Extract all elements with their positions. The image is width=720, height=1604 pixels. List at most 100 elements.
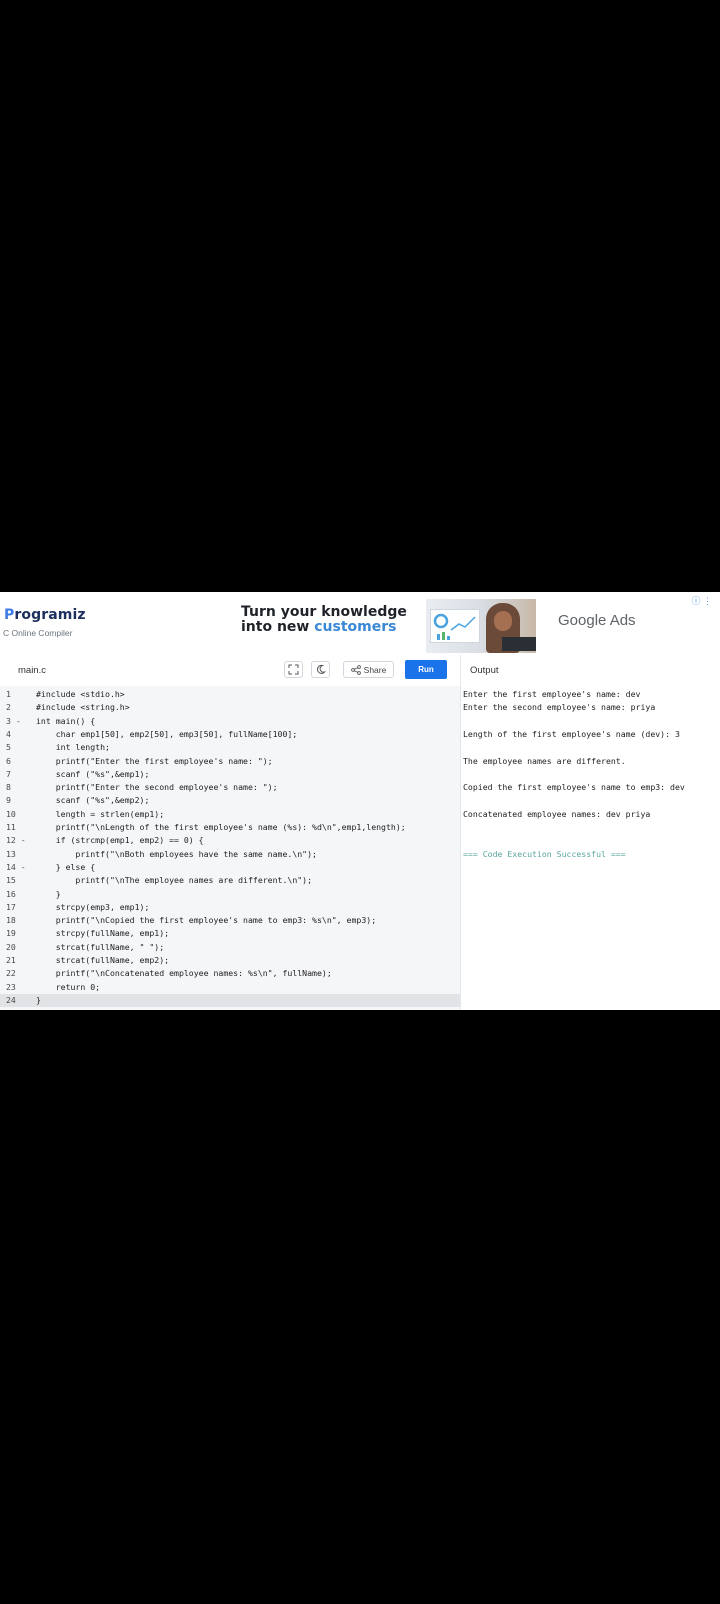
code-text[interactable]: } xyxy=(36,994,41,1007)
code-text[interactable]: return 0; xyxy=(36,981,100,994)
google-ads-brand[interactable]: Google Ads xyxy=(558,612,636,629)
code-line[interactable]: 11 printf("\nLength of the first employe… xyxy=(0,821,460,834)
line-number: 18 xyxy=(6,915,16,926)
code-text[interactable]: int length; xyxy=(36,741,110,754)
code-line[interactable]: 15 printf("\nThe employee names are diff… xyxy=(0,874,460,887)
line-number: 11 xyxy=(6,822,16,832)
output-line: Copied the first employee's name to emp3… xyxy=(463,782,685,793)
code-editor[interactable]: 1 #include <stdio.h> 2 #include <string.h> 3… xyxy=(0,686,461,1010)
code-line[interactable]: 6 printf("Enter the first employee's nam… xyxy=(0,755,460,768)
moon-icon xyxy=(317,664,326,674)
code-line[interactable]: 16 } xyxy=(0,888,460,901)
code-line[interactable]: 10 length = strlen(emp1); xyxy=(0,808,460,821)
code-text[interactable]: #include <string.h> xyxy=(36,701,130,714)
line-number: 1 xyxy=(6,689,11,699)
run-button[interactable]: Run xyxy=(405,660,447,679)
code-text[interactable]: strcat(fullName, emp2); xyxy=(36,954,169,967)
execution-status: === Code Execution Successful === xyxy=(463,848,626,859)
pane-divider[interactable] xyxy=(460,655,461,686)
ad-image[interactable] xyxy=(426,599,536,653)
file-tab-main-c[interactable]: main.c xyxy=(18,665,46,676)
code-text[interactable]: scanf ("%s",&emp1); xyxy=(36,768,150,781)
code-text[interactable]: printf("\nCopied the first employee's na… xyxy=(36,914,376,927)
code-line[interactable]: 18 printf("\nCopied the first employee's… xyxy=(0,914,460,927)
code-text[interactable]: printf("Enter the second employee's name… xyxy=(36,781,278,794)
code-text[interactable]: printf("\nConcatenated employee names: %… xyxy=(36,967,332,980)
editor-toolbar: main.c Share Run Output xyxy=(0,655,720,687)
line-number: 5 xyxy=(6,742,11,753)
code-text[interactable]: int main() { xyxy=(36,715,95,728)
line-number: 2 xyxy=(6,702,11,713)
fullscreen-button[interactable] xyxy=(284,661,303,678)
ad-info-icon[interactable]: ⓘ ⋮ xyxy=(691,594,712,607)
code-line[interactable]: 4 char emp1[50], emp2[50], emp3[50], ful… xyxy=(0,728,460,741)
code-text[interactable]: printf("\nBoth employees have the same n… xyxy=(36,848,317,861)
page-subtitle: C Online Compiler xyxy=(3,628,73,638)
code-text[interactable]: } else { xyxy=(36,861,95,874)
code-line[interactable]: 14 - } else { xyxy=(0,861,460,874)
code-line[interactable]: 24} xyxy=(0,993,460,1007)
output-line: Enter the second employee's name: priya xyxy=(463,702,656,713)
code-text[interactable]: printf("\nLength of the first employee's… xyxy=(36,821,406,834)
share-label: Share xyxy=(363,664,387,675)
programiz-logo[interactable]: Programiz xyxy=(4,607,86,623)
ad-headline[interactable]: Turn your knowledge into new customers xyxy=(241,605,407,635)
line-number: 15 xyxy=(6,875,16,886)
code-line[interactable]: 22 printf("\nConcatenated employee names… xyxy=(0,967,460,980)
laptop-shape xyxy=(502,637,536,651)
line-number: 7 xyxy=(6,768,11,779)
line-number: 4 xyxy=(6,728,11,739)
header: Programiz C Online Compiler Turn your kn… xyxy=(0,592,720,656)
code-text[interactable]: if (strcmp(emp1, emp2) == 0) { xyxy=(36,834,204,847)
line-number: 8 xyxy=(6,782,11,793)
code-text[interactable]: scanf ("%s",&emp2); xyxy=(36,794,150,807)
line-number: 16 xyxy=(6,888,16,899)
code-line[interactable]: 12 - if (strcmp(emp1, emp2) == 0) { xyxy=(0,834,460,847)
code-text[interactable]: printf("\nThe employee names are differe… xyxy=(36,874,312,887)
code-line[interactable]: 3 - int main() { xyxy=(0,715,460,728)
line-number: 10 xyxy=(6,808,16,819)
code-line[interactable]: 20 strcat(fullName, " "); xyxy=(0,941,460,954)
output-label: Output xyxy=(470,665,499,676)
output-line: Enter the first employee's name: dev xyxy=(463,689,641,699)
chart-monitor-icon xyxy=(430,609,480,643)
line-number: 17 xyxy=(6,901,16,912)
line-number: 12 - xyxy=(6,835,26,846)
line-number: 24 xyxy=(6,994,16,1005)
code-line[interactable]: 21 strcat(fullName, emp2); xyxy=(0,954,460,967)
code-text[interactable]: strcpy(fullName, emp1); xyxy=(36,927,169,940)
code-line[interactable]: 17 strcpy(emp3, emp1); xyxy=(0,901,460,914)
output-line: The employee names are different. xyxy=(463,755,626,766)
code-line[interactable]: 7 scanf ("%s",&emp1); xyxy=(0,768,460,781)
code-text[interactable]: strcpy(emp3, emp1); xyxy=(36,901,150,914)
line-number: 20 xyxy=(6,941,16,952)
output-line: Concatenated employee names: dev priya xyxy=(463,808,651,819)
line-number: 14 - xyxy=(6,861,26,872)
code-text[interactable]: length = strlen(emp1); xyxy=(36,808,164,821)
theme-toggle-button[interactable] xyxy=(311,661,330,678)
face-shape xyxy=(494,611,512,631)
code-line[interactable]: 5 int length; xyxy=(0,741,460,754)
code-line[interactable]: 1 #include <stdio.h> xyxy=(0,688,460,701)
code-line[interactable]: 23 return 0; xyxy=(0,981,460,994)
share-icon xyxy=(350,664,361,675)
code-line[interactable]: 19 strcpy(fullName, emp1); xyxy=(0,927,460,940)
code-text[interactable]: char emp1[50], emp2[50], emp3[50], fullN… xyxy=(36,728,298,741)
code-line[interactable]: 8 printf("Enter the second employee's na… xyxy=(0,781,460,794)
line-number: 9 xyxy=(6,795,11,806)
code-line[interactable]: 2 #include <string.h> xyxy=(0,701,460,714)
code-text[interactable]: strcat(fullName, " "); xyxy=(36,941,164,954)
line-number: 3 - xyxy=(6,715,21,726)
share-button[interactable]: Share xyxy=(343,661,394,678)
output-panel: Enter the first employee's name: dev Ente… xyxy=(461,686,720,1010)
output-line: Length of the first employee's name (dev… xyxy=(463,728,680,739)
line-number: 6 xyxy=(6,755,11,766)
code-line[interactable]: 9 scanf ("%s",&emp2); xyxy=(0,794,460,807)
code-text[interactable]: printf("Enter the first employee's name:… xyxy=(36,755,273,768)
line-number: 23 xyxy=(6,981,16,992)
line-number: 19 xyxy=(6,928,16,939)
code-text[interactable]: #include <stdio.h> xyxy=(36,688,125,701)
code-line[interactable]: 13 printf("\nBoth employees have the sam… xyxy=(0,848,460,861)
line-number: 13 xyxy=(6,848,16,859)
code-text[interactable]: } xyxy=(36,888,61,901)
